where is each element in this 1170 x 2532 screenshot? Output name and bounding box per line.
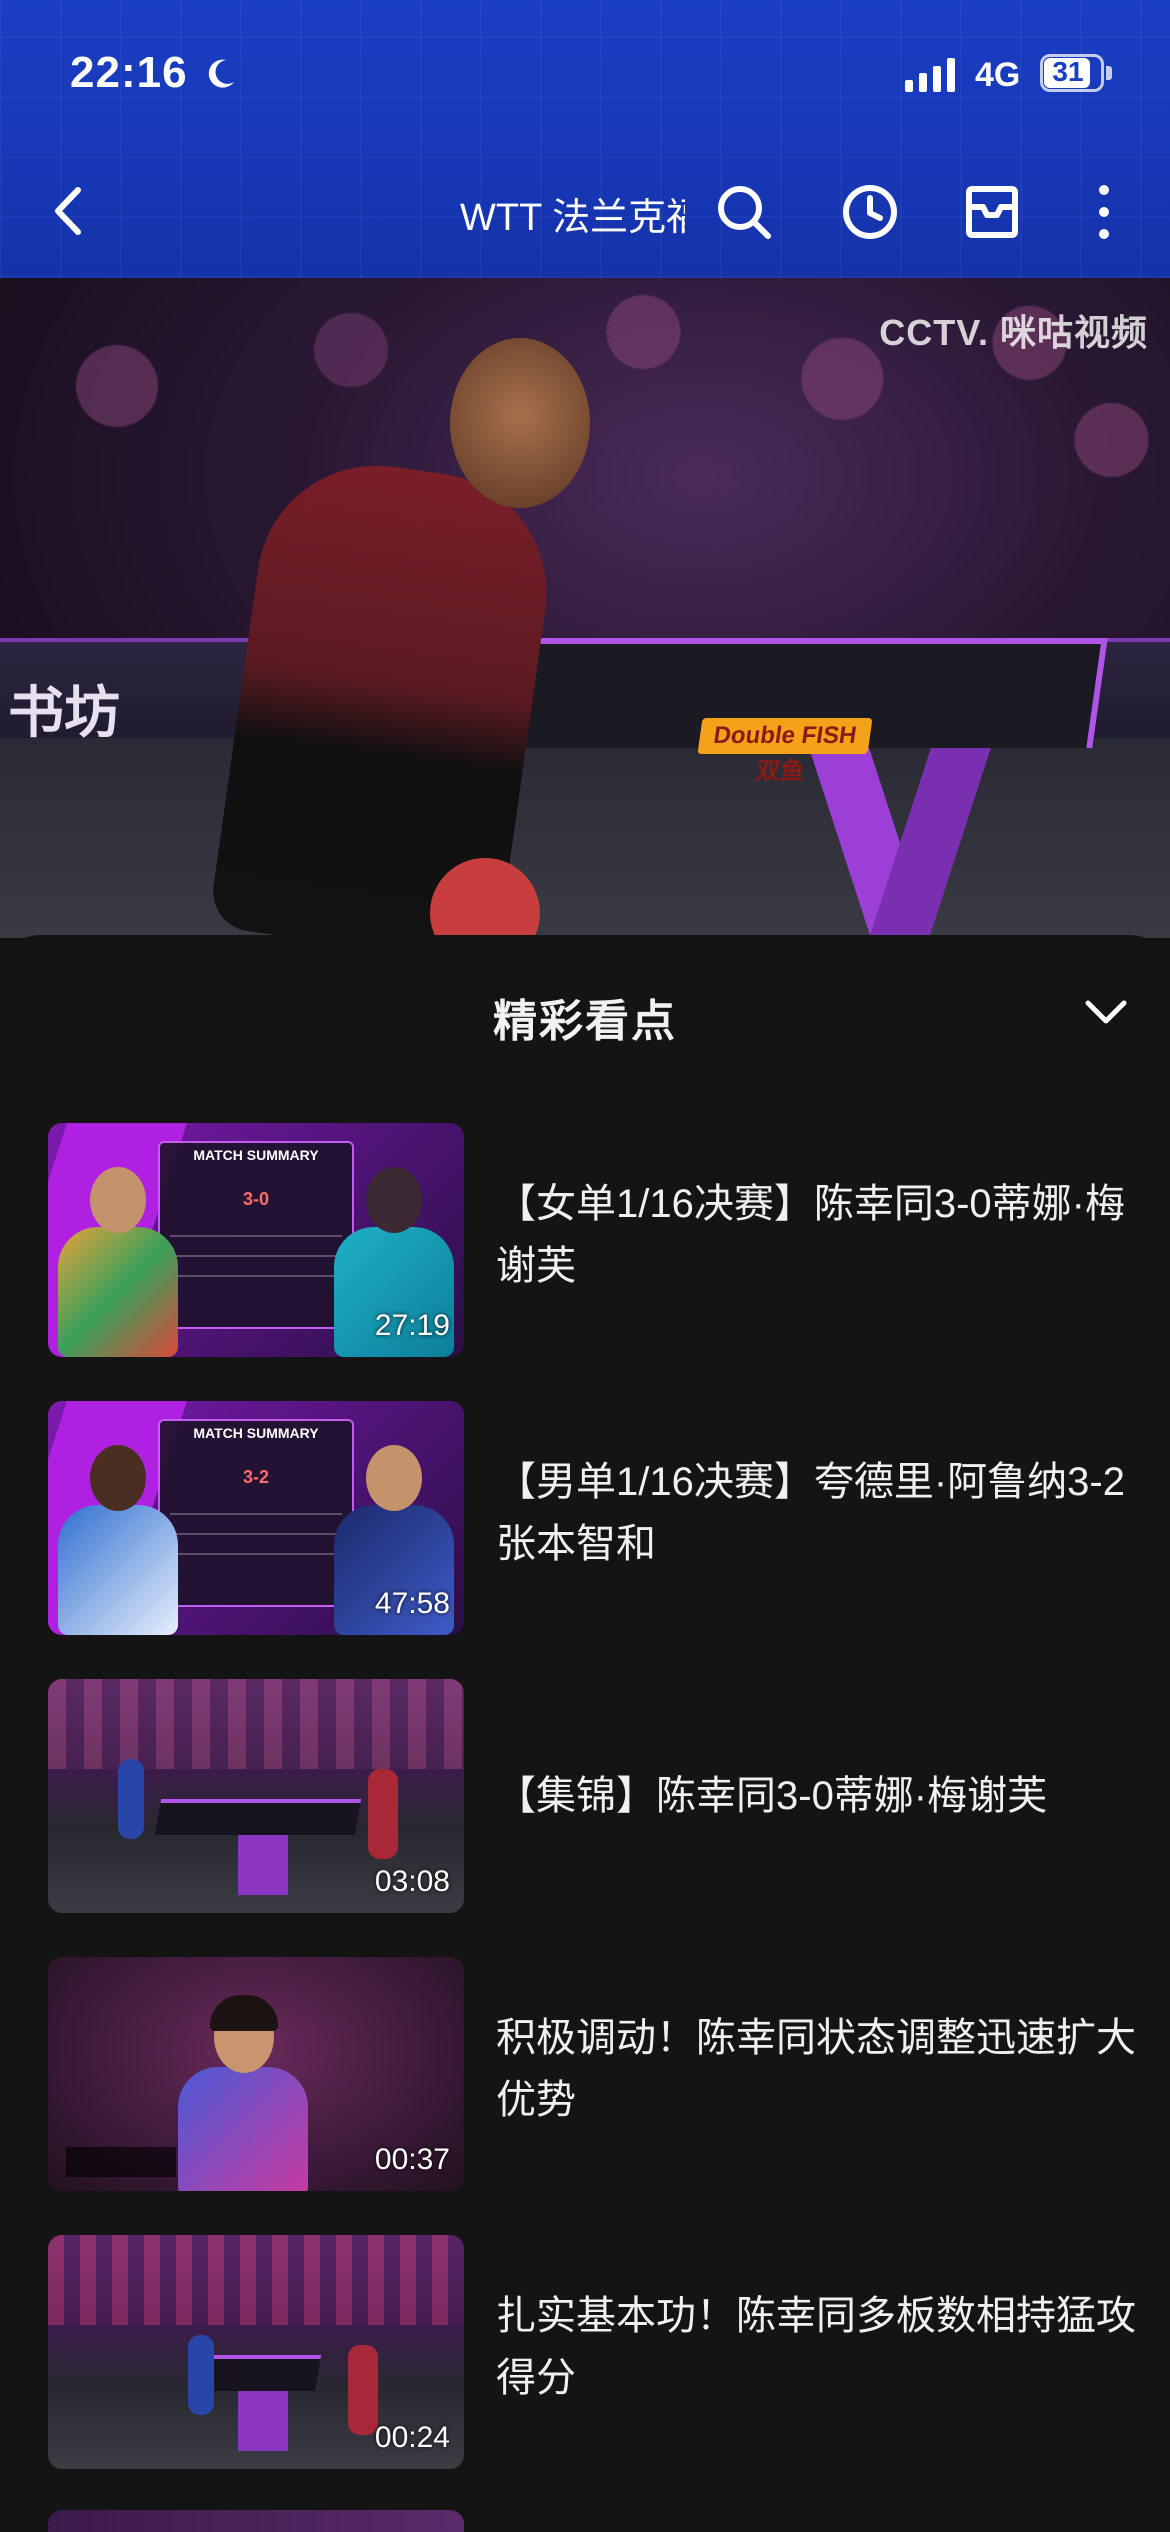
video-thumbnail[interactable]: MATCH SUMMARY 3-2 47:58 [48,1401,464,1635]
search-button[interactable] [712,180,776,244]
brand-badge: Double FISH 双鱼 [697,718,873,785]
barrier-text: 书坊 [8,681,120,744]
more-button[interactable] [1072,180,1136,244]
search-icon [718,186,771,239]
list-item[interactable]: 03:08 【集锦】陈幸同3-0蒂娜·梅谢芙 [0,1679,1170,1913]
player-figure [58,1445,178,1635]
video-duration: 03:08 [374,1865,450,1898]
back-icon [55,187,81,235]
list-item[interactable]: MATCH SUMMARY 3-0 27:19 【女单1/16决赛】陈幸同3-0… [0,1123,1170,1357]
video-floor [0,738,1170,938]
video-title[interactable]: 【女单1/16决赛】陈幸同3-0蒂娜·梅谢芙 [496,1173,1136,1297]
video-title[interactable]: 积极调动！陈幸同状态调整迅速扩大优势 [496,2007,1136,2131]
top-header: 22:16 4G 31 WTT 法兰克福 [0,0,1170,278]
video-duration: 27:19 [374,1309,450,1342]
status-bar: 22:16 4G 31 [0,0,1170,150]
moon-icon [208,59,234,88]
video-title[interactable]: 【集锦】陈幸同3-0蒂娜·梅谢芙 [496,1765,1136,1827]
video-thumbnail[interactable]: MATCH SUMMARY 3-0 27:19 [48,1123,464,1357]
nav-bar: WTT 法兰克福 [0,160,1170,260]
video-thumbnail[interactable]: 00:24 [48,2235,464,2469]
highlights-sheet: 精彩看点 MATCH SUMMARY 3-0 27:19 【女单1/16决赛】陈… [0,935,1170,2532]
player-figure [58,1167,178,1357]
back-button[interactable] [40,184,94,238]
player-head [450,338,590,508]
list-item[interactable]: 00:37 积极调动！陈幸同状态调整迅速扩大优势 [0,1957,1170,2191]
video-duration: 47:58 [374,1587,450,1620]
inbox-button[interactable] [960,180,1024,244]
channel-watermark: CCTV. 咪咕视频 [879,312,1148,353]
chevron-down-icon [1085,1000,1127,1024]
thumbnail-score: 3-0 [242,1189,269,1209]
collapse-button[interactable] [1078,985,1134,1041]
video-title[interactable]: 【男单1/16决赛】夸德里·阿鲁纳3-2张本智和 [496,1451,1136,1575]
video-duration: 00:24 [374,2421,450,2454]
nav-title: WTT 法兰克福 [460,197,685,236]
video-thumbnail[interactable] [48,2510,464,2532]
video-duration: 00:37 [374,2143,450,2176]
video-title[interactable]: 扎实基本功！陈幸同多板数相持猛攻得分 [496,2285,1136,2409]
list-item[interactable]: 00:24 扎实基本功！陈幸同多板数相持猛攻得分 [0,2235,1170,2469]
status-time: 22:16 [70,48,188,97]
video-thumbnail[interactable]: 00:37 [48,1957,464,2191]
video-player[interactable]: 书坊 Double FISH 双鱼 CCTV. 咪咕视频 [0,278,1170,938]
signal-icon [905,58,955,92]
history-icon [843,185,897,239]
more-icon [1099,185,1109,239]
battery-level: 31 [1052,56,1084,87]
sheet-title: 精彩看点 [493,997,677,1046]
thumbnail-heading: MATCH SUMMARY [193,1425,319,1441]
list-item[interactable]: MATCH SUMMARY 3-2 47:58 【男单1/16决赛】夸德里·阿鲁… [0,1401,1170,1635]
history-button[interactable] [838,180,902,244]
inbox-icon [966,186,1018,238]
battery-icon: 31 [1040,54,1112,92]
network-type: 4G [975,56,1021,94]
thumbnail-score: 3-2 [242,1467,269,1487]
thumbnail-heading: MATCH SUMMARY [193,1147,319,1163]
video-thumbnail[interactable]: 03:08 [48,1679,464,1913]
